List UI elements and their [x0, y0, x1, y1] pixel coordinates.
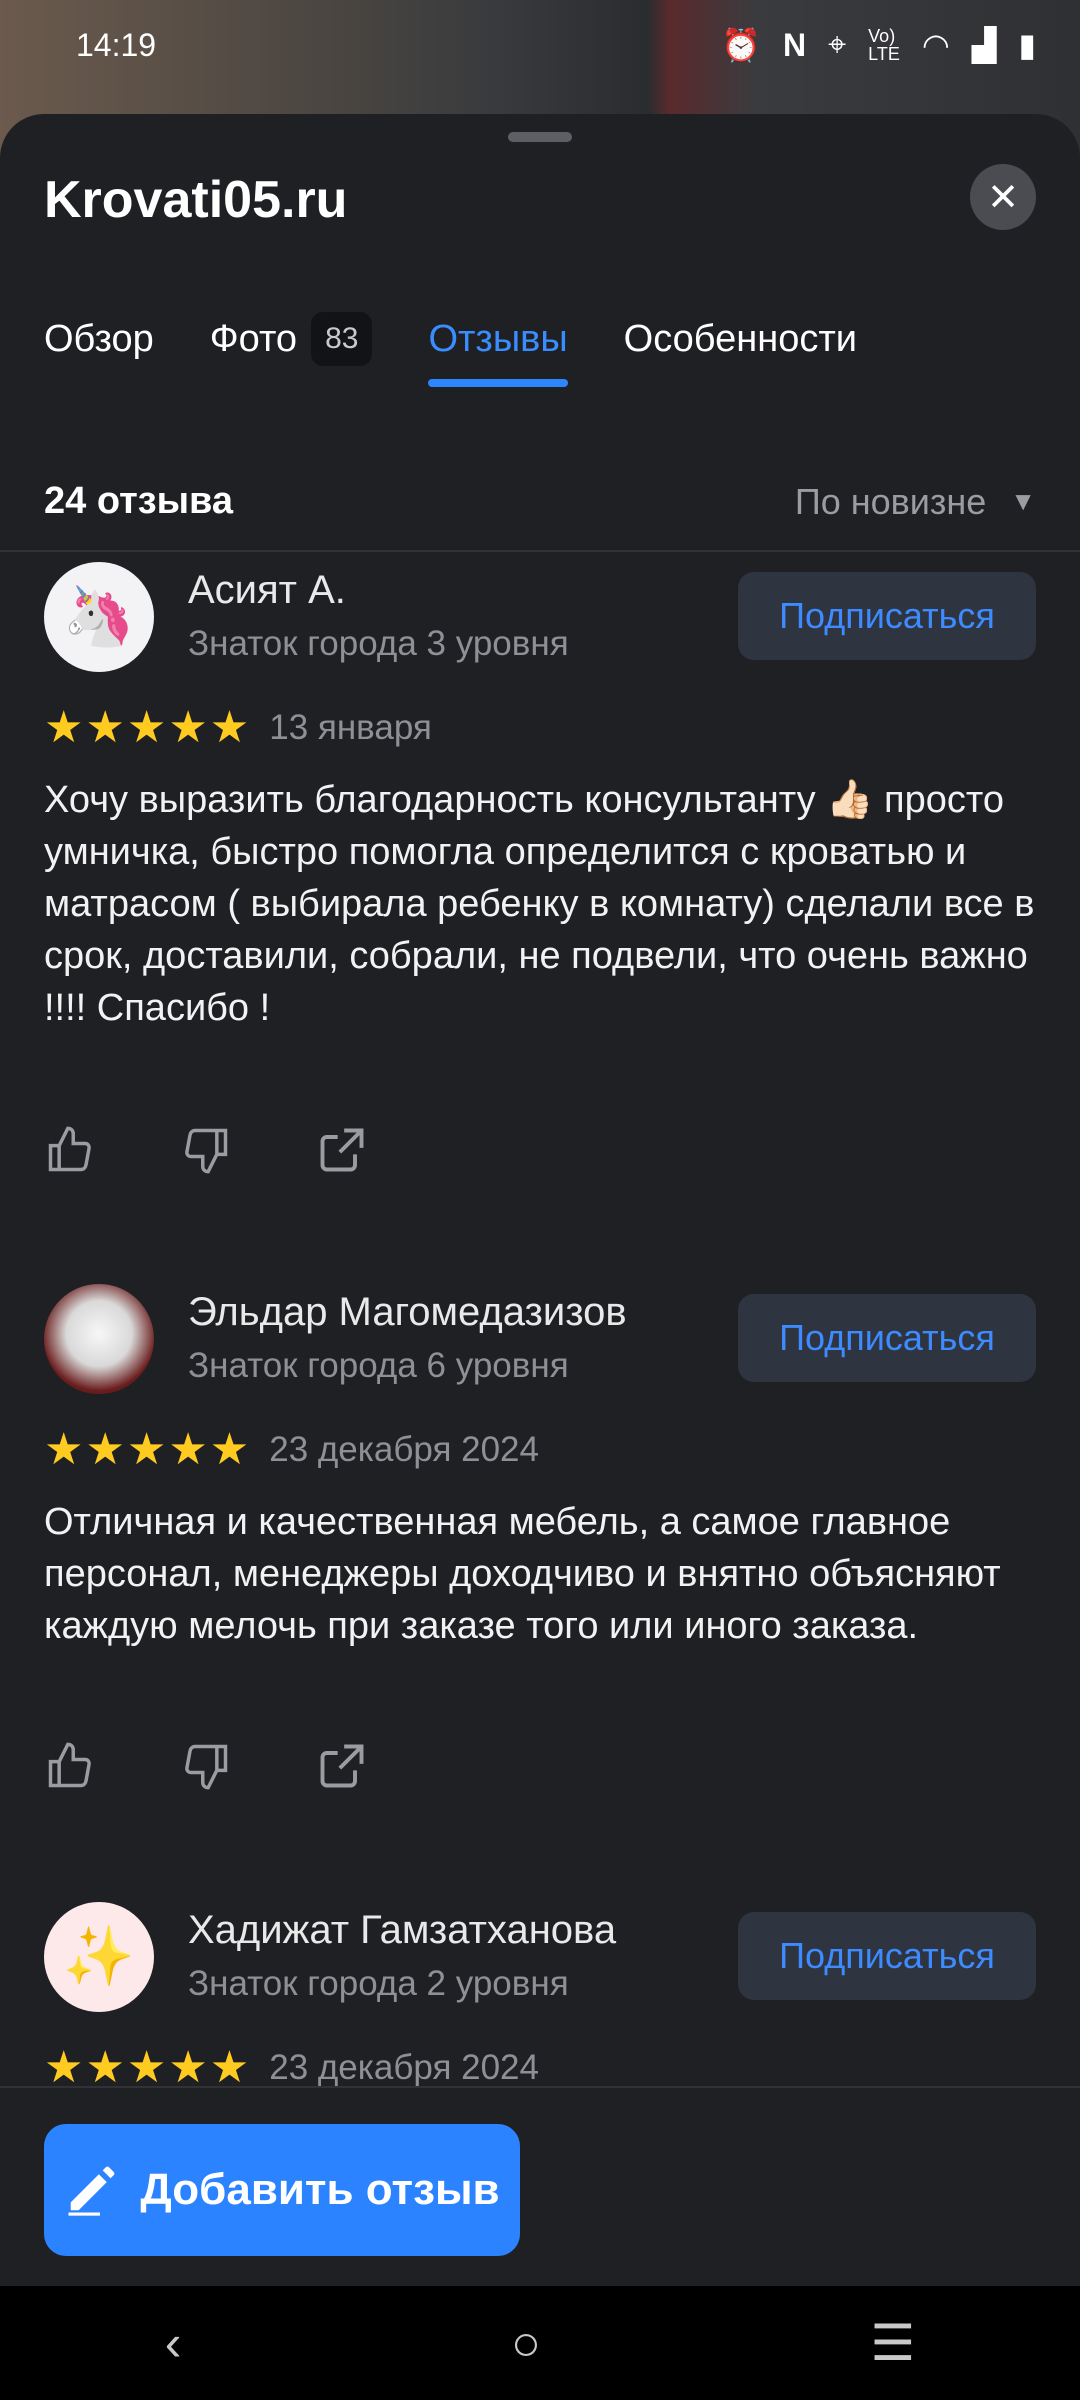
tab-reviews[interactable]: Отзывы — [428, 317, 568, 387]
review-date: 13 января — [269, 707, 432, 747]
tab-photos[interactable]: Фото 83 — [210, 312, 373, 392]
alarm-icon: ⏰ — [721, 27, 762, 63]
tab-label: Фото — [209, 317, 298, 360]
thumbs-up-icon[interactable] — [44, 1740, 96, 1792]
review-text: Хочу выразить благодарность консультанту… — [44, 779, 1035, 1029]
review-actions — [44, 1740, 368, 1792]
home-icon[interactable]: ○ — [511, 2314, 541, 2372]
bottom-action-bar: Добавить отзыв — [0, 2086, 1080, 2286]
tab-label: Особенности — [623, 317, 857, 360]
review-actions — [44, 1124, 368, 1176]
author-level: Знаток города 3 уровня — [188, 624, 569, 663]
avatar[interactable]: ✨ — [44, 1902, 154, 2012]
tab-features[interactable]: Особенности — [624, 318, 857, 387]
share-icon[interactable] — [316, 1740, 368, 1792]
battery-icon: ▮ — [1018, 27, 1036, 63]
close-button[interactable]: ✕ — [970, 164, 1036, 230]
review-date: 23 декабря 2024 — [269, 2047, 539, 2087]
add-review-label: Добавить отзыв — [140, 2165, 500, 2214]
add-review-button[interactable]: Добавить отзыв — [44, 2124, 520, 2256]
thumbs-up-icon[interactable] — [44, 1124, 96, 1176]
tab-overview[interactable]: Обзор — [44, 318, 154, 387]
status-time: 14:19 — [76, 26, 157, 63]
review-text: Отличная и качественная мебель, а самое … — [44, 1501, 1001, 1647]
divider — [0, 550, 1080, 552]
review-card: Эльдар Магомедазизов Знаток города 6 уро… — [44, 1284, 1036, 1924]
author-level: Знаток города 6 уровня — [188, 1346, 569, 1385]
review-card: ✨ Хадижат Гамзатханова Знаток города 2 у… — [44, 1902, 1036, 2102]
nfc-icon: N — [783, 26, 807, 63]
place-title: Krovati05.ru — [44, 171, 348, 229]
drag-handle[interactable] — [508, 132, 572, 142]
tabs-bar: Обзор Фото 83 Отзывы Особенности — [44, 312, 913, 392]
back-icon[interactable]: ‹ — [165, 2314, 182, 2372]
unicorn-icon: 🦄 — [62, 584, 136, 649]
review-author[interactable]: Асият А. — [188, 568, 346, 613]
pencil-icon — [68, 2166, 115, 2216]
share-icon[interactable] — [316, 1124, 368, 1176]
photos-count-badge: 83 — [311, 312, 373, 366]
review-author[interactable]: Эльдар Магомедазизов — [188, 1290, 627, 1335]
wifi-icon: ◠ — [921, 27, 950, 63]
sparkles-icon: ✨ — [62, 1924, 136, 1989]
star-rating: ★★★★★ — [44, 703, 252, 752]
star-rating: ★★★★★ — [44, 1425, 252, 1474]
system-nav-bar: ‹ ○ ☰ — [0, 2286, 1080, 2400]
triangle-down-icon: ▼ — [1010, 486, 1036, 516]
review-rating: ★★★★★ 13 января — [44, 702, 432, 753]
sort-dropdown[interactable]: По новизне ▼ — [795, 481, 1036, 523]
status-bar: 14:19 ⏰ N ⌖ Vo) LTE ◠ ▟ ▮ — [0, 0, 1080, 90]
tab-label: Обзор — [44, 317, 154, 360]
reviews-count: 24 отзыва — [44, 480, 234, 522]
review-rating: ★★★★★ 23 декабря 2024 — [44, 1424, 539, 1475]
review-date: 23 декабря 2024 — [269, 1429, 539, 1469]
subscribe-button[interactable]: Подписаться — [738, 1294, 1036, 1382]
subscribe-button[interactable]: Подписаться — [738, 572, 1036, 660]
volte-icon: Vo) LTE — [868, 26, 900, 64]
author-level: Знаток города 2 уровня — [188, 1964, 569, 2003]
review-card: 🦄 Асият А. Знаток города 3 уровня Подпис… — [44, 562, 1036, 1302]
review-author[interactable]: Хадижат Гамзатханова — [188, 1908, 616, 1953]
tab-label: Отзывы — [428, 317, 568, 360]
subscribe-button[interactable]: Подписаться — [738, 1912, 1036, 2000]
thumbs-down-icon[interactable] — [180, 1124, 232, 1176]
recents-menu-icon[interactable]: ☰ — [870, 2314, 915, 2372]
location-icon: ⌖ — [828, 26, 847, 62]
sort-label: По новизне — [794, 480, 987, 522]
place-bottom-sheet: Krovati05.ru ✕ Обзор Фото 83 Отзывы Особ… — [0, 114, 1080, 2286]
close-icon: ✕ — [987, 176, 1019, 219]
thumbs-down-icon[interactable] — [180, 1740, 232, 1792]
avatar[interactable] — [44, 1284, 154, 1394]
signal-icon: ▟ — [971, 27, 997, 63]
avatar[interactable]: 🦄 — [44, 562, 154, 672]
